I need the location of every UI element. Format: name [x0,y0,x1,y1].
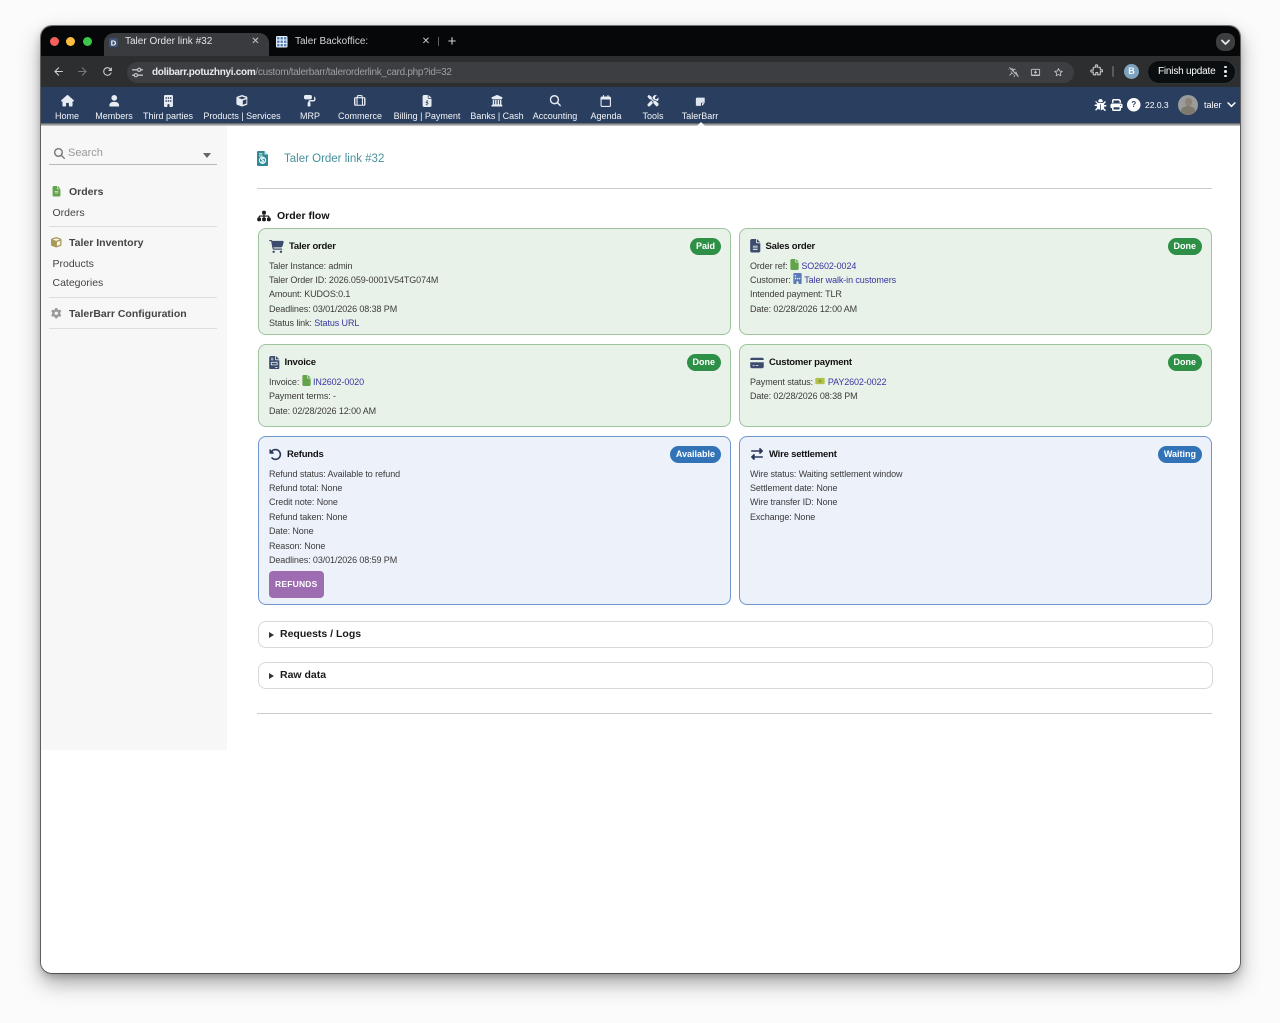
svg-text:$: $ [261,157,265,164]
svg-text:?: ? [1131,100,1136,109]
svg-text:D: D [110,38,116,47]
